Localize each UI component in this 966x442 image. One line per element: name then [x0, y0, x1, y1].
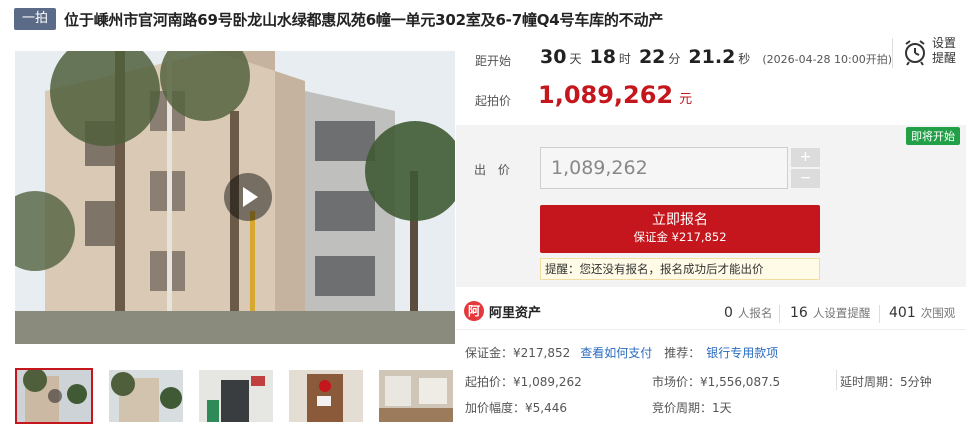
detail-bid-period: 竞价周期：1天 [652, 401, 732, 415]
stat-registrations: 0 人报名 [724, 305, 772, 321]
status-badge: 即将开始 [906, 127, 960, 145]
start-price-unit: 元 [679, 92, 693, 107]
bid-panel: 即将开始 出 价 1,089,262 + − 立即报名 保证金 ¥217,852… [456, 125, 966, 287]
play-video-button[interactable] [224, 173, 272, 221]
countdown-hours-unit: 时 [618, 52, 631, 66]
reminder-label-line2: 提醒 [932, 51, 957, 65]
reminder-label: 设置 提醒 [932, 36, 956, 66]
bid-increase-button[interactable]: + [791, 148, 820, 167]
stat-registrations-label: 人报名 [737, 306, 773, 320]
thumbnail-3[interactable] [197, 368, 275, 424]
auction-round-badge: 一拍 [14, 8, 57, 30]
deposit-amount: 保证金：¥217,852 [465, 346, 571, 360]
bid-decrease-button[interactable]: − [791, 169, 820, 188]
page-title: 位于嵊州市官河南路69号卧龙山水绿都惠风苑6幢一单元302室及6-7幢Q4号车库… [64, 10, 664, 29]
platform-name: 阿里资产 [489, 305, 542, 321]
start-time-note: (2026-04-28 10:00开拍) [762, 53, 893, 66]
register-button-label: 立即报名 [652, 212, 708, 228]
stat-reminders-count: 16 [790, 305, 808, 321]
divider [892, 38, 893, 68]
countdown-minutes-unit: 分 [668, 52, 681, 66]
reminder-label-line1: 设置 [932, 36, 957, 50]
stat-views-count: 401 [889, 305, 916, 321]
thumbnail-5[interactable] [377, 368, 455, 424]
thumbnail-2[interactable] [107, 368, 185, 424]
main-photo[interactable] [15, 51, 455, 344]
countdown-days-unit: 天 [569, 52, 582, 66]
divider [836, 370, 837, 390]
thumbnail-1[interactable] [15, 368, 93, 424]
stat-views: 401 次围观 [889, 305, 955, 321]
recommend-label: 推荐： [664, 346, 701, 360]
stat-registrations-count: 0 [724, 305, 733, 321]
countdown-seconds: 21.2 [688, 46, 736, 68]
countdown-timer: 30 天 18 时 22 分 21.2 秒 (2026-04-28 10:00开… [540, 46, 892, 68]
detail-increment: 加价幅度：¥5,446 [465, 401, 567, 415]
set-reminder-button[interactable]: 设置 提醒 [900, 34, 960, 70]
bid-label: 出 价 [474, 163, 514, 177]
start-price: 1,089,262 元 [538, 81, 692, 109]
alarm-clock-icon [905, 40, 925, 66]
detail-delay-period: 延时周期：5分钟 [840, 375, 932, 389]
register-button-deposit: 保证金 ¥217,852 [633, 230, 727, 244]
how-to-pay-link[interactable]: 查看如何支付 [580, 344, 652, 361]
register-hint: 提醒：您还没有报名，报名成功后才能出价 [540, 258, 820, 280]
thumbnail-strip [15, 368, 455, 424]
register-now-button[interactable]: 立即报名 保证金 ¥217,852 [540, 205, 820, 253]
countdown-days: 30 [540, 46, 567, 68]
bank-account-link[interactable]: 银行专用款项 [706, 344, 778, 361]
start-price-label: 起拍价 [475, 94, 512, 108]
thumbnail-4[interactable] [287, 368, 365, 424]
ali-assets-logo[interactable]: 阿 阿里资产 [464, 301, 541, 321]
countdown-hours: 18 [589, 46, 616, 68]
countdown-label: 距开始 [475, 54, 512, 68]
platform-row: 阿 阿里资产 0 人报名 16 人设置提醒 401 次围观 [456, 296, 966, 330]
auction-info: 距开始 30 天 18 时 22 分 21.2 秒 (2026-04-28 10… [456, 38, 966, 124]
bid-amount-input[interactable]: 1,089,262 [540, 147, 788, 189]
stat-reminders-label: 人设置提醒 [812, 306, 871, 320]
detail-market-price: 市场价：¥1,556,087.5 [652, 375, 781, 389]
deposit-row: 保证金：¥217,852 查看如何支付 推荐： 银行专用款项 [465, 344, 778, 361]
detail-start-price: 起拍价：¥1,089,262 [465, 375, 582, 389]
stat-reminders: 16 人设置提醒 [790, 305, 870, 321]
divider [779, 305, 780, 323]
countdown-minutes: 22 [638, 46, 666, 68]
ali-logo-icon: 阿 [464, 301, 484, 321]
divider [879, 305, 880, 323]
stat-views-label: 次围观 [920, 306, 956, 320]
countdown-seconds-unit: 秒 [738, 52, 751, 66]
start-price-value: 1,089,262 [538, 81, 674, 109]
title-row: 一拍 位于嵊州市官河南路69号卧龙山水绿都惠风苑6幢一单元302室及6-7幢Q4… [14, 6, 663, 32]
